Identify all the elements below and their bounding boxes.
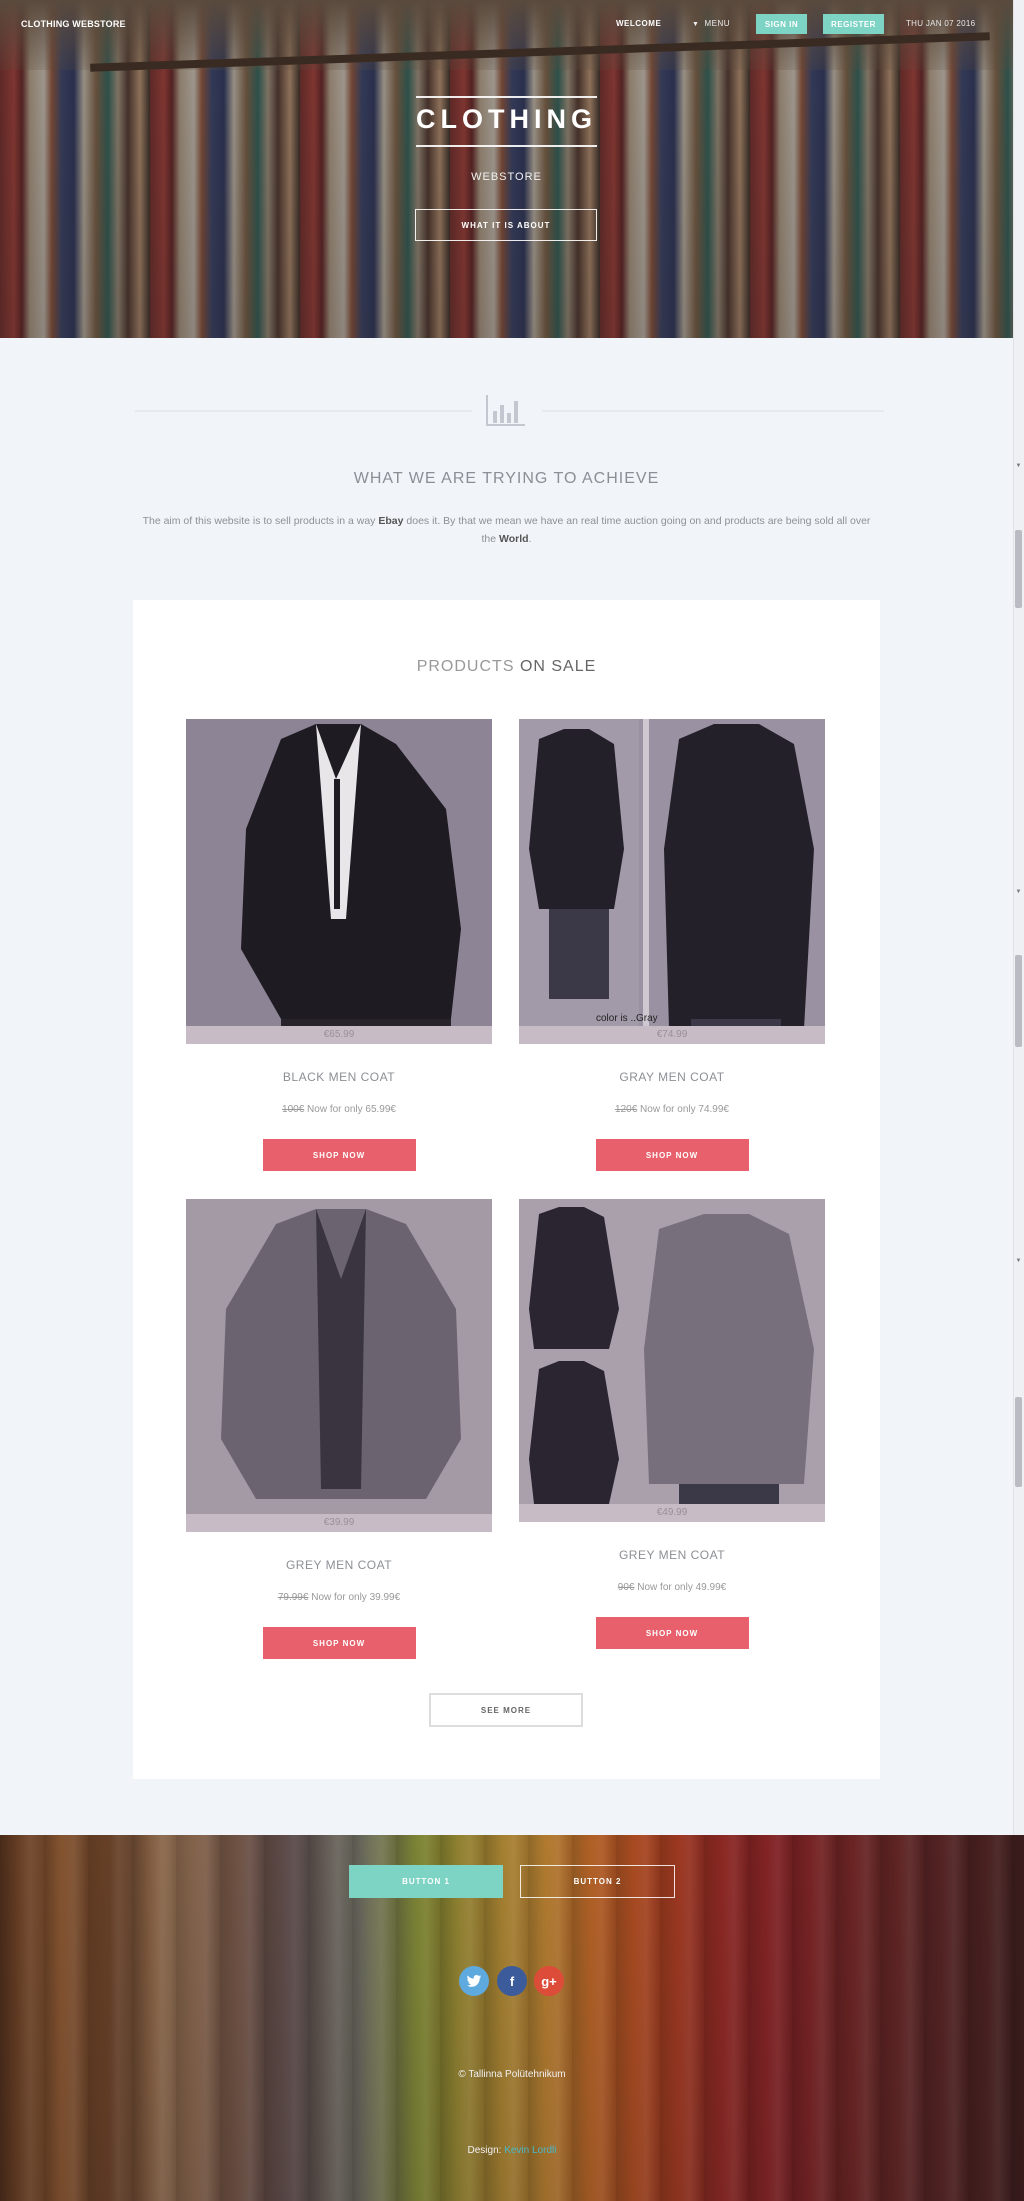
product-name[interactable]: GRAY MEN COAT <box>519 1070 825 1084</box>
see-more-button[interactable]: SEE MORE <box>429 1693 583 1727</box>
product-image[interactable]: color is ..Gray €74.99 <box>519 719 825 1044</box>
designer-link[interactable]: Kevin Lordli <box>504 2145 556 2156</box>
copyright-text: © Tallinna Polütehnikum <box>458 2069 566 2080</box>
hero-title-bottom-rule <box>416 145 597 147</box>
product-name[interactable]: GREY MEN COAT <box>519 1548 825 1562</box>
new-price: Now for only 74.99€ <box>637 1104 729 1115</box>
scrollbar-thumb[interactable] <box>1015 530 1022 608</box>
new-price: Now for only 39.99€ <box>308 1592 401 1603</box>
nav-menu-label: MENU <box>704 19 730 28</box>
scrollbar-track[interactable] <box>1013 0 1024 1835</box>
hero-banner: CLOTHING WEBSTORE WELCOME ▼ MENU SIGN IN … <box>0 0 1013 338</box>
hero-title-top-rule <box>416 96 597 98</box>
design-label: Design: <box>467 2145 505 2156</box>
shop-now-button[interactable]: SHOP NOW <box>595 1139 749 1171</box>
old-price: 90€ <box>617 1582 635 1593</box>
shop-now-button[interactable]: SHOP NOW <box>595 1617 749 1649</box>
coat-illustration <box>186 719 492 1044</box>
nav-welcome-link[interactable]: WELCOME <box>616 19 661 28</box>
nav-menu-dropdown[interactable]: ▼ MENU <box>692 19 730 28</box>
products-heading: PRODUCTS ON SALE <box>133 658 880 676</box>
price-strip: €49.99 <box>519 1504 825 1522</box>
products-heading-strong: ON SALE <box>519 658 597 675</box>
shop-now-button[interactable]: SHOP NOW <box>262 1139 416 1171</box>
what-it-is-about-button[interactable]: WHAT IT IS ABOUT <box>415 209 597 241</box>
hero-subtitle: WEBSTORE <box>471 171 542 183</box>
twitter-icon[interactable] <box>459 1966 489 1996</box>
achieve-description: The aim of this website is to sell produ… <box>135 512 878 548</box>
coat-illustration <box>519 719 825 1044</box>
footer-button-2[interactable]: BUTTON 2 <box>520 1865 675 1898</box>
register-button[interactable]: REGISTER <box>823 14 884 34</box>
products-heading-light: PRODUCTS <box>416 658 520 675</box>
scrollbar-thumb[interactable] <box>1015 955 1022 1047</box>
scroll-marker-icon: ▼ <box>1015 889 1022 895</box>
image-caption: color is ..Gray <box>596 1013 658 1024</box>
achieve-text-part: The aim of this website is to sell produ… <box>142 515 379 527</box>
achieve-text-bold: Ebay <box>378 515 404 527</box>
divider-right <box>542 410 884 412</box>
product-price: 79.99€ Now for only 39.99€ <box>186 1592 492 1603</box>
scrollbar-thumb[interactable] <box>1015 1397 1022 1487</box>
product-image[interactable]: €65.99 <box>186 719 492 1044</box>
old-price: 100€ <box>282 1104 305 1115</box>
divider-left <box>135 410 472 412</box>
chevron-down-icon: ▼ <box>692 21 700 28</box>
scroll-marker-icon: ▼ <box>1015 1258 1022 1264</box>
product-card: €49.99 GREY MEN COAT 90€ Now for only 49… <box>519 1199 825 1649</box>
achieve-text-bold: World <box>499 533 529 545</box>
footer: BUTTON 1 BUTTON 2 f g+ © Tallinna Polüte… <box>0 1835 1024 2201</box>
facebook-icon[interactable]: f <box>497 1966 527 1996</box>
product-card: €65.99 BLACK MEN COAT 100€ Now for only … <box>186 719 492 1171</box>
old-price: 79.99€ <box>277 1592 309 1603</box>
product-price: 120€ Now for only 74.99€ <box>519 1104 825 1115</box>
bar-chart-icon <box>486 395 525 426</box>
new-price: Now for only 49.99€ <box>634 1582 727 1593</box>
top-navbar: CLOTHING WEBSTORE WELCOME ▼ MENU SIGN IN … <box>0 0 1013 50</box>
product-price: 90€ Now for only 49.99€ <box>519 1582 825 1593</box>
footer-button-1[interactable]: BUTTON 1 <box>349 1865 503 1898</box>
hero-title: CLOTHING <box>416 104 597 134</box>
coat-illustration <box>519 1199 825 1522</box>
products-panel: PRODUCTS ON SALE €65.99 BLACK MEN COAT 1… <box>133 600 880 1779</box>
product-image[interactable]: €39.99 <box>186 1199 492 1532</box>
google-plus-icon[interactable]: g+ <box>534 1966 564 1996</box>
old-price: 120€ <box>615 1104 638 1115</box>
price-strip: €65.99 <box>186 1026 492 1044</box>
product-image[interactable]: €49.99 <box>519 1199 825 1522</box>
brand-logo[interactable]: CLOTHING WEBSTORE <box>21 19 126 29</box>
product-name[interactable]: BLACK MEN COAT <box>186 1070 492 1084</box>
design-credit: Design: Kevin Lordli <box>0 2145 1024 2156</box>
product-name[interactable]: GREY MEN COAT <box>186 1558 492 1572</box>
achieve-heading: WHAT WE ARE TRYING TO ACHIEVE <box>353 470 660 487</box>
product-card: color is ..Gray €74.99 GRAY MEN COAT 120… <box>519 719 825 1171</box>
shop-now-button[interactable]: SHOP NOW <box>262 1627 416 1659</box>
price-strip: €74.99 <box>519 1026 825 1044</box>
coat-illustration <box>186 1199 492 1532</box>
achieve-text-part: . <box>528 533 532 545</box>
price-strip: €39.99 <box>186 1514 492 1532</box>
product-card: €39.99 GREY MEN COAT 79.99€ Now for only… <box>186 1199 492 1659</box>
achieve-text-part: does it. By that we mean we have an real… <box>403 515 871 545</box>
product-price: 100€ Now for only 65.99€ <box>186 1104 492 1115</box>
current-date: THU JAN 07 2016 <box>906 19 976 28</box>
new-price: Now for only 65.99€ <box>304 1104 396 1115</box>
sign-in-button[interactable]: SIGN IN <box>756 14 807 34</box>
scroll-marker-icon: ▼ <box>1015 463 1022 469</box>
